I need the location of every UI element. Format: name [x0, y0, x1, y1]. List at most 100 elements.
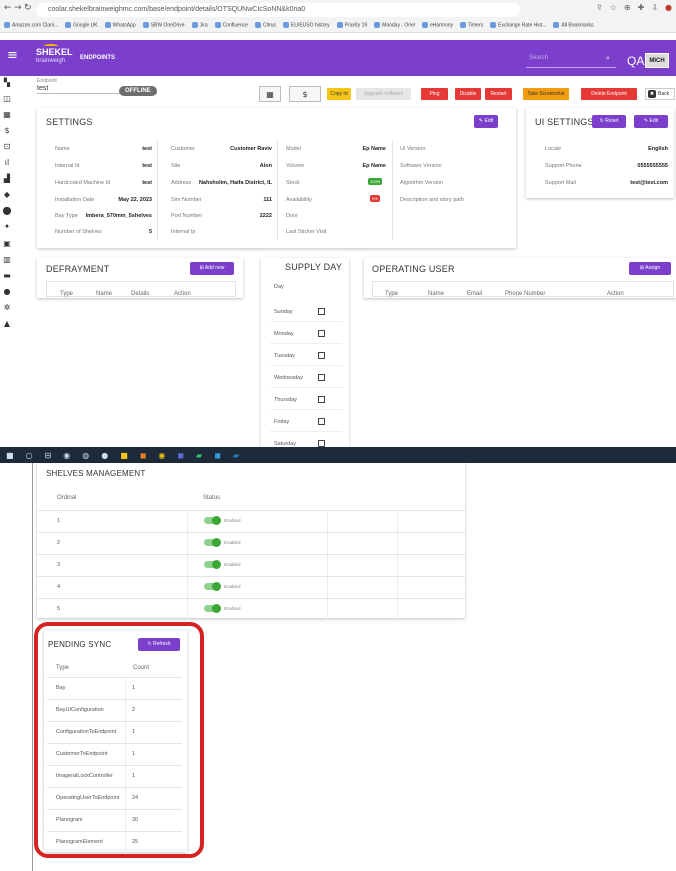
- status-toggle[interactable]: [204, 516, 221, 525]
- grid-icon[interactable]: ▦: [3, 110, 11, 119]
- endpoint-icon[interactable]: ▣: [3, 239, 11, 248]
- settings-label: Volume: [286, 163, 305, 169]
- shelf-status: Enabled: [224, 606, 241, 611]
- restart-button[interactable]: Restart: [485, 88, 512, 100]
- taskview-icon[interactable]: ⊟: [45, 451, 52, 460]
- star-icon[interactable]: ☆: [610, 3, 617, 12]
- copy-id-button[interactable]: Copy Id: [327, 88, 351, 100]
- app-icon[interactable]: ◉: [63, 451, 70, 460]
- supply-day-checkbox[interactable]: [318, 352, 325, 359]
- bookmark-item[interactable]: All Bookmarks: [553, 22, 593, 29]
- search-icon[interactable]: ⌕: [606, 54, 610, 63]
- bookmarks-bar: Amazon.com Clani... Google UK WhatsApp SBW …: [0, 19, 676, 32]
- grid-button[interactable]: ▦: [259, 86, 281, 102]
- status-toggle[interactable]: [204, 582, 221, 591]
- folder-icon[interactable]: ■: [120, 451, 128, 460]
- dollar-button[interactable]: $: [289, 86, 321, 102]
- planogram-icon[interactable]: ◫: [3, 94, 11, 103]
- assign-button[interactable]: ⊞ Assign: [629, 262, 671, 275]
- bookmark-item[interactable]: Confluence: [215, 22, 248, 29]
- operating-user-col: Name: [428, 291, 445, 297]
- info-icon[interactable]: ●: [4, 287, 11, 296]
- location-icon[interactable]: ⬤: [3, 206, 12, 215]
- users-icon[interactable]: ꔹ: [4, 222, 11, 232]
- column-divider: [187, 533, 188, 555]
- supply-day-checkbox[interactable]: [318, 330, 325, 337]
- bookmark-item[interactable]: Monday - Oriel: [374, 22, 415, 29]
- supply-day-checkbox[interactable]: [318, 374, 325, 381]
- back-arrow-icon[interactable]: ←: [4, 3, 12, 13]
- app-icon[interactable]: ◍: [82, 451, 89, 460]
- windows-icon[interactable]: ■: [6, 451, 14, 460]
- share-icon[interactable]: ⇪: [596, 3, 603, 12]
- bookmark-item[interactable]: Exchange Rate Hist...: [490, 22, 546, 29]
- app-icon[interactable]: ◼: [140, 451, 147, 460]
- status-toggle[interactable]: [204, 604, 221, 613]
- fridge-icon[interactable]: ▟: [4, 174, 10, 183]
- supply-day-checkbox[interactable]: [318, 418, 325, 425]
- defrayment-title: DEFRAYMENT: [46, 264, 110, 274]
- operating-user-title: OPERATING USER: [372, 264, 455, 274]
- bookmark-item[interactable]: Citrus: [255, 22, 276, 29]
- take-screenshot-button[interactable]: Take Screenshot: [523, 88, 569, 100]
- shekel-logo[interactable]: SHEKEL brainweigh: [36, 44, 73, 66]
- table-row: 5 Enabled: [37, 598, 465, 621]
- bookmark-item[interactable]: Priority 19: [337, 22, 368, 29]
- export-icon[interactable]: ⊡: [4, 142, 11, 151]
- ui-settings-value: 0555555555: [637, 163, 668, 169]
- ui-edit-button[interactable]: ✎ Edit: [634, 115, 668, 128]
- settings-label: Bay Type: [55, 213, 78, 219]
- bookmark-item[interactable]: Timers: [460, 22, 483, 29]
- supply-day-label: Thursday: [274, 397, 297, 403]
- settings-edit-button[interactable]: ✎ Edit: [474, 115, 498, 128]
- dollar-icon[interactable]: $: [4, 126, 9, 135]
- add-new-button[interactable]: ⊞ Add new: [190, 262, 234, 275]
- avatar[interactable]: MICH: [645, 53, 669, 68]
- settings-label: Address: [171, 180, 192, 186]
- app-icon[interactable]: ▰: [196, 451, 202, 460]
- delete-endpoint-button[interactable]: Delete Endpoint: [581, 88, 637, 100]
- building-icon[interactable]: ▥: [3, 255, 11, 264]
- truck-icon[interactable]: ▬: [3, 271, 11, 280]
- chrome-icon[interactable]: ◉: [158, 451, 165, 460]
- bookmark-item[interactable]: SBW OneDrive: [143, 22, 185, 29]
- reload-icon[interactable]: ↻: [24, 3, 32, 13]
- status-toggle[interactable]: [204, 538, 221, 547]
- download-icon[interactable]: ⇩: [651, 3, 658, 12]
- search-icon[interactable]: ○: [26, 451, 33, 460]
- upgrade-software-button[interactable]: Upgrade software: [356, 88, 411, 100]
- app-icon[interactable]: ▰: [233, 451, 239, 460]
- supply-day-checkbox[interactable]: [318, 440, 325, 447]
- disable-button[interactable]: Disable: [455, 88, 481, 100]
- divider: [270, 343, 342, 344]
- app-icon[interactable]: ●: [101, 451, 108, 460]
- teams-icon[interactable]: ◼: [177, 451, 184, 460]
- bookmark-item[interactable]: WhatsApp: [105, 22, 136, 29]
- bookmark-item[interactable]: Jira: [192, 22, 208, 29]
- status-toggle[interactable]: [204, 560, 221, 569]
- gear-icon[interactable]: ✲: [4, 303, 11, 312]
- bookmark-item[interactable]: Amazon.com Clani...: [4, 22, 58, 29]
- bookmark-item[interactable]: Google UK: [65, 22, 97, 29]
- dashboard-icon[interactable]: ▚: [4, 78, 10, 87]
- back-button[interactable]: Back: [645, 88, 675, 100]
- address-bar[interactable]: coolar.shekelbrainweighmc.com/base/endpo…: [36, 3, 520, 17]
- search-input[interactable]: Search: [526, 55, 616, 68]
- bookmark-item[interactable]: EU/EUSO history: [283, 22, 330, 29]
- profile-icon[interactable]: ●: [665, 3, 672, 12]
- bookmark-item[interactable]: eHarmony: [422, 22, 453, 29]
- chart-icon[interactable]: ıl: [5, 158, 9, 167]
- extension-icon[interactable]: ⊕: [624, 3, 631, 12]
- shelf-ordinal: 1: [57, 518, 61, 524]
- ping-button[interactable]: Ping: [421, 88, 448, 100]
- bell-icon[interactable]: ▲: [4, 319, 10, 328]
- extension-icons[interactable]: ⇪ ☆ ⊕ ✚ ⇩ ●: [596, 3, 672, 12]
- supply-day-checkbox[interactable]: [318, 396, 325, 403]
- tag-icon[interactable]: ◆: [4, 190, 10, 199]
- ui-reset-button[interactable]: ↻ Reset: [592, 115, 626, 128]
- menu-icon[interactable]: ≡: [7, 48, 18, 63]
- supply-day-checkbox[interactable]: [318, 308, 325, 315]
- puzzle-icon[interactable]: ✚: [638, 3, 645, 12]
- forward-arrow-icon[interactable]: →: [14, 3, 22, 13]
- app-icon[interactable]: ◼: [214, 451, 221, 460]
